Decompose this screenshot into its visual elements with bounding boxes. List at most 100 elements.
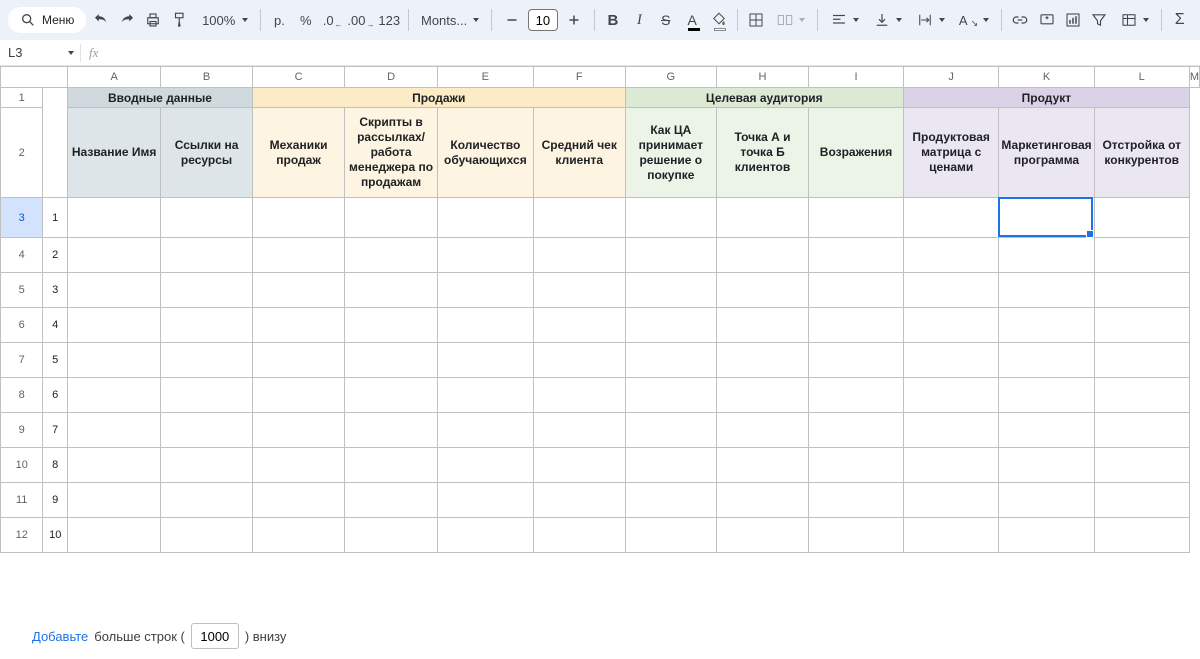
decrease-decimal-button[interactable]: .0← <box>320 6 344 34</box>
cell[interactable] <box>161 378 253 413</box>
merge-button[interactable] <box>770 6 811 34</box>
cell[interactable] <box>437 518 533 553</box>
cell[interactable] <box>252 198 344 238</box>
cell[interactable] <box>625 448 716 483</box>
col-header[interactable]: M <box>1189 67 1199 88</box>
print-button[interactable] <box>141 6 165 34</box>
num-cell[interactable]: 7 <box>43 413 68 448</box>
cell[interactable] <box>809 378 904 413</box>
cell[interactable] <box>345 198 438 238</box>
link-button[interactable] <box>1008 6 1032 34</box>
cell[interactable] <box>345 343 438 378</box>
cell[interactable] <box>1094 483 1189 518</box>
cell[interactable] <box>533 378 625 413</box>
sub-header[interactable]: Скрипты в рассылках/работа менеджера по … <box>345 108 438 198</box>
row-header[interactable]: 1 <box>1 88 43 108</box>
cell[interactable] <box>903 343 998 378</box>
num-cell[interactable]: 3 <box>43 273 68 308</box>
wrap-button[interactable] <box>910 6 951 34</box>
cell[interactable] <box>533 448 625 483</box>
cell[interactable] <box>625 378 716 413</box>
cell[interactable] <box>68 378 161 413</box>
font-size-decrease[interactable] <box>498 6 526 34</box>
col-header[interactable]: F <box>533 67 625 88</box>
cell[interactable] <box>161 448 253 483</box>
cell[interactable] <box>1094 238 1189 273</box>
add-rows-input[interactable] <box>191 623 239 649</box>
cell[interactable] <box>809 238 904 273</box>
cell[interactable] <box>716 198 808 238</box>
cell[interactable] <box>68 343 161 378</box>
col-header[interactable]: D <box>345 67 438 88</box>
cell[interactable] <box>809 198 904 238</box>
num-cell[interactable]: 5 <box>43 343 68 378</box>
cell[interactable] <box>252 448 344 483</box>
font-dropdown[interactable]: Monts... <box>415 6 485 34</box>
cell[interactable] <box>1094 273 1189 308</box>
cell[interactable] <box>437 273 533 308</box>
cell[interactable] <box>437 378 533 413</box>
bold-button[interactable]: B <box>601 6 625 34</box>
cell[interactable] <box>999 378 1094 413</box>
num-cell[interactable]: 6 <box>43 378 68 413</box>
cell[interactable] <box>809 308 904 343</box>
filter-button[interactable] <box>1087 6 1111 34</box>
cell[interactable] <box>716 273 808 308</box>
cell[interactable] <box>625 483 716 518</box>
col-header[interactable]: A <box>68 67 161 88</box>
row-header[interactable]: 6 <box>1 308 43 343</box>
add-rows-link[interactable]: Добавьте <box>32 629 88 644</box>
cell[interactable] <box>68 198 161 238</box>
num-cell[interactable]: 10 <box>43 518 68 553</box>
cell[interactable] <box>252 308 344 343</box>
cell[interactable] <box>903 378 998 413</box>
cell[interactable] <box>161 308 253 343</box>
cell[interactable] <box>809 518 904 553</box>
num-cell[interactable]: 8 <box>43 448 68 483</box>
cell[interactable] <box>716 413 808 448</box>
group-header[interactable]: Продукт <box>903 88 1189 108</box>
increase-decimal-button[interactable]: .00→ <box>346 6 374 34</box>
cell[interactable] <box>252 343 344 378</box>
cell[interactable] <box>533 308 625 343</box>
sub-header[interactable]: Ссылки на ресурсы <box>161 108 253 198</box>
spreadsheet-grid[interactable]: A B C D E F G H I J K L M 1 Вводные данн… <box>0 66 1200 553</box>
row-header[interactable]: 4 <box>1 238 43 273</box>
cell[interactable] <box>345 448 438 483</box>
num-cell[interactable]: 1 <box>43 198 68 238</box>
cell[interactable] <box>716 518 808 553</box>
cell[interactable] <box>999 238 1094 273</box>
formula-input[interactable] <box>106 40 1200 65</box>
cell[interactable] <box>809 413 904 448</box>
cell[interactable] <box>345 273 438 308</box>
borders-button[interactable] <box>744 6 768 34</box>
cell[interactable] <box>903 198 998 238</box>
cell[interactable] <box>437 413 533 448</box>
cell[interactable] <box>903 308 998 343</box>
sub-header[interactable]: Маркетинговая программа <box>999 108 1094 198</box>
rotate-button[interactable]: A↘ <box>953 6 995 34</box>
row-header[interactable]: 8 <box>1 378 43 413</box>
cell[interactable] <box>1094 378 1189 413</box>
cell[interactable] <box>437 238 533 273</box>
cell[interactable] <box>533 198 625 238</box>
italic-button[interactable]: I <box>627 6 651 34</box>
comment-button[interactable] <box>1034 6 1058 34</box>
cell[interactable] <box>1094 198 1189 238</box>
cell[interactable] <box>809 343 904 378</box>
cell[interactable] <box>161 238 253 273</box>
table-button[interactable] <box>1114 6 1155 34</box>
cell[interactable] <box>437 483 533 518</box>
cell[interactable] <box>625 198 716 238</box>
cell[interactable] <box>345 308 438 343</box>
col-header[interactable]: K <box>999 67 1094 88</box>
cell[interactable] <box>68 308 161 343</box>
sub-header[interactable]: Продуктовая матрица с ценами <box>903 108 998 198</box>
col-header[interactable]: C <box>252 67 344 88</box>
cell[interactable] <box>903 483 998 518</box>
cell[interactable] <box>625 238 716 273</box>
cell[interactable] <box>625 273 716 308</box>
cell[interactable] <box>345 238 438 273</box>
cell[interactable] <box>68 238 161 273</box>
col-header[interactable]: E <box>437 67 533 88</box>
